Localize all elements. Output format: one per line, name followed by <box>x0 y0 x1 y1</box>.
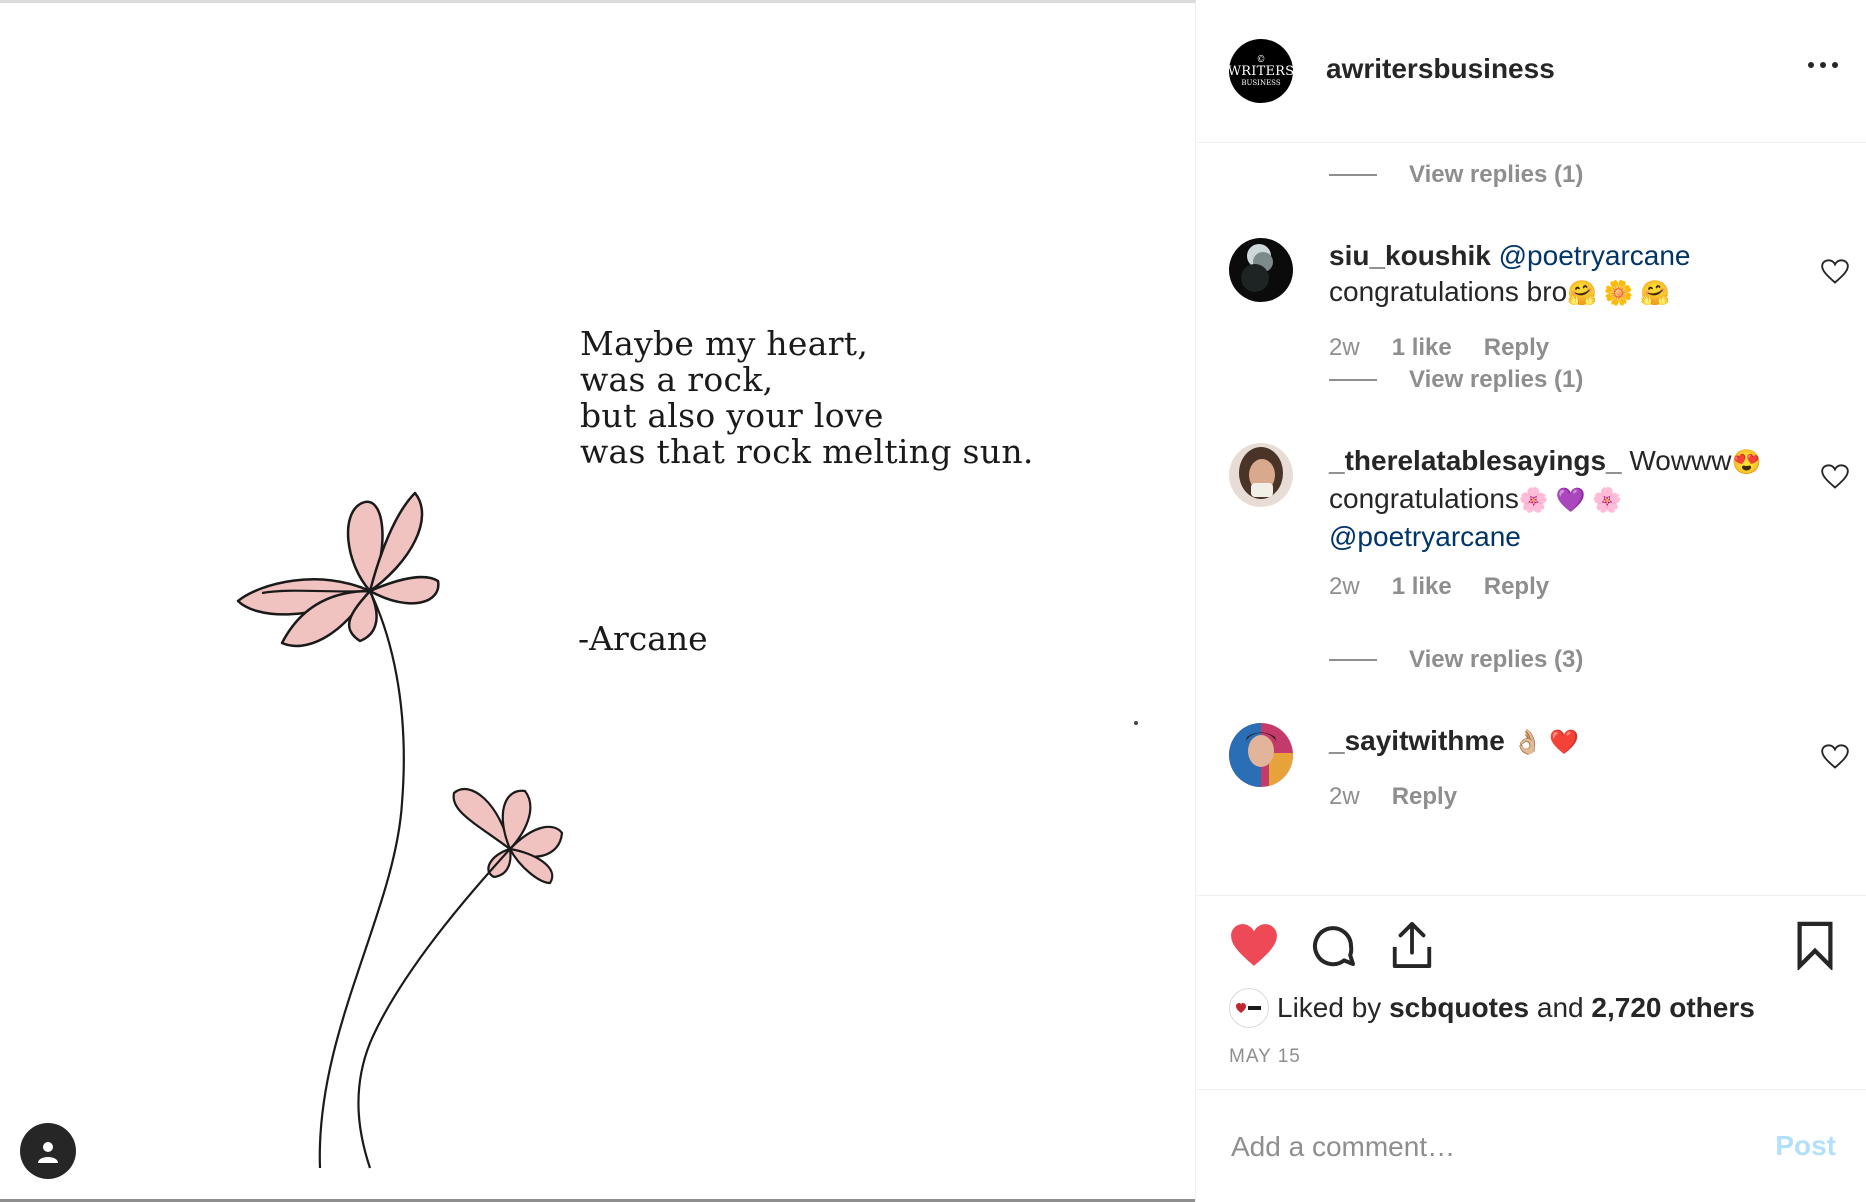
avatar-logo-text: WRITERS <box>1227 64 1295 79</box>
post-comment-button[interactable]: Post <box>1775 1130 1836 1162</box>
view-replies-label: View replies (3) <box>1409 646 1584 673</box>
avatar[interactable] <box>1229 238 1293 302</box>
comment-meta: 2w 1 like Reply <box>1329 334 1549 362</box>
comment-username[interactable]: _sayitwithme <box>1329 725 1505 756</box>
more-options-icon[interactable] <box>1808 62 1838 68</box>
view-replies-button[interactable]: View replies (1) <box>1329 161 1583 189</box>
poem-line: Maybe my heart, <box>580 324 869 363</box>
comment-mention[interactable]: @poetryarcane <box>1329 521 1521 552</box>
poem-line: but also your love <box>580 396 884 435</box>
bookmark-icon[interactable] <box>1795 920 1835 970</box>
post-author-username[interactable]: awritersbusiness <box>1326 53 1555 85</box>
view-replies-button[interactable]: View replies (3) <box>1329 646 1583 674</box>
comment-text: _therelatablesayings_ Wowww😍 congratulat… <box>1329 443 1769 555</box>
comment-meta: 2w 1 like Reply <box>1329 573 1549 601</box>
comment-time[interactable]: 2w <box>1329 573 1360 601</box>
comment-username[interactable]: _therelatablesayings_ <box>1329 445 1622 476</box>
avatar[interactable] <box>1229 723 1293 787</box>
view-replies-label: View replies (1) <box>1409 366 1584 393</box>
comment-emoji: 😍 <box>1731 449 1762 476</box>
comment-time[interactable]: 2w <box>1329 334 1360 362</box>
comment-emojis: 🤗 🌼 🤗 <box>1567 280 1671 307</box>
comments-list[interactable]: View replies (1) siu_koushik @poetryarca… <box>1197 143 1866 895</box>
view-replies-label: View replies (1) <box>1409 161 1584 188</box>
poem-line: was that rock melting sun. <box>580 432 1034 471</box>
like-heart-filled-icon[interactable] <box>1229 922 1279 968</box>
heart-icon[interactable] <box>1821 743 1849 771</box>
liked-by-and: and <box>1536 992 1584 1023</box>
avatar[interactable]: © WRITERS BUSINESS <box>1227 39 1295 103</box>
avatar-logo-text: BUSINESS <box>1241 79 1281 87</box>
reply-button[interactable]: Reply <box>1484 334 1549 362</box>
avatar[interactable] <box>1229 443 1293 507</box>
add-comment-section: Post <box>1197 1089 1866 1202</box>
comment-body: Wowww <box>1629 445 1732 476</box>
post-date[interactable]: MAY 15 <box>1229 1046 1301 1068</box>
heart-icon[interactable] <box>1821 258 1849 286</box>
liked-by: Liked by scbquotes and 2,720 others <box>1229 988 1755 1028</box>
comment-time[interactable]: 2w <box>1329 783 1360 811</box>
liker-logo-icon <box>1236 1003 1261 1013</box>
comment-body: congratulations <box>1329 483 1519 514</box>
person-icon <box>38 1142 58 1163</box>
list-item: _sayitwithme 👌🏼 ❤️ 2w Reply <box>1229 723 1849 843</box>
comment-mention[interactable]: @poetryarcane <box>1499 240 1691 271</box>
poem-line: was a rock, <box>580 360 774 399</box>
liked-by-prefix: Liked by <box>1277 992 1382 1023</box>
flower-illustration <box>236 491 564 1169</box>
post-image[interactable]: Maybe my heart, was a rock, but also you… <box>0 0 1196 1202</box>
liked-by-others[interactable]: 2,720 others <box>1591 992 1754 1024</box>
comment-emojis: 👌🏼 ❤️ <box>1512 729 1580 756</box>
list-item: _therelatablesayings_ Wowww😍 congratulat… <box>1229 443 1849 628</box>
post-header: © WRITERS BUSINESS awritersbusiness <box>1197 0 1866 143</box>
comment-text: siu_koushik @poetryarcane congratulation… <box>1329 238 1769 312</box>
comment-icon[interactable] <box>1309 922 1357 970</box>
comment-input[interactable] <box>1229 1126 1733 1168</box>
comment-likes[interactable]: 1 like <box>1392 573 1452 601</box>
liked-by-user[interactable]: scbquotes <box>1389 992 1529 1024</box>
view-replies-button[interactable]: View replies (1) <box>1329 366 1583 394</box>
comment-likes[interactable]: 1 like <box>1392 334 1452 362</box>
comment-meta: 2w Reply <box>1329 783 1457 811</box>
post-side-panel: © WRITERS BUSINESS awritersbusiness View… <box>1197 0 1866 1202</box>
share-icon[interactable] <box>1389 920 1435 970</box>
comment-body: congratulations bro <box>1329 276 1568 307</box>
image-speck <box>1134 721 1138 725</box>
tagged-users-button[interactable] <box>20 1123 76 1179</box>
comment-username[interactable]: siu_koushik <box>1329 240 1491 271</box>
post-actions: Liked by scbquotes and 2,720 others MAY … <box>1197 895 1866 1088</box>
comment-emojis: 🌸 💜 🌸 <box>1518 487 1622 514</box>
reply-button[interactable]: Reply <box>1484 573 1549 601</box>
poem-text: Maybe my heart, was a rock, but also you… <box>580 326 1034 470</box>
reply-button[interactable]: Reply <box>1392 783 1457 811</box>
heart-icon[interactable] <box>1821 463 1849 491</box>
avatar[interactable] <box>1229 988 1269 1028</box>
comment-text: _sayitwithme 👌🏼 ❤️ <box>1329 723 1769 761</box>
